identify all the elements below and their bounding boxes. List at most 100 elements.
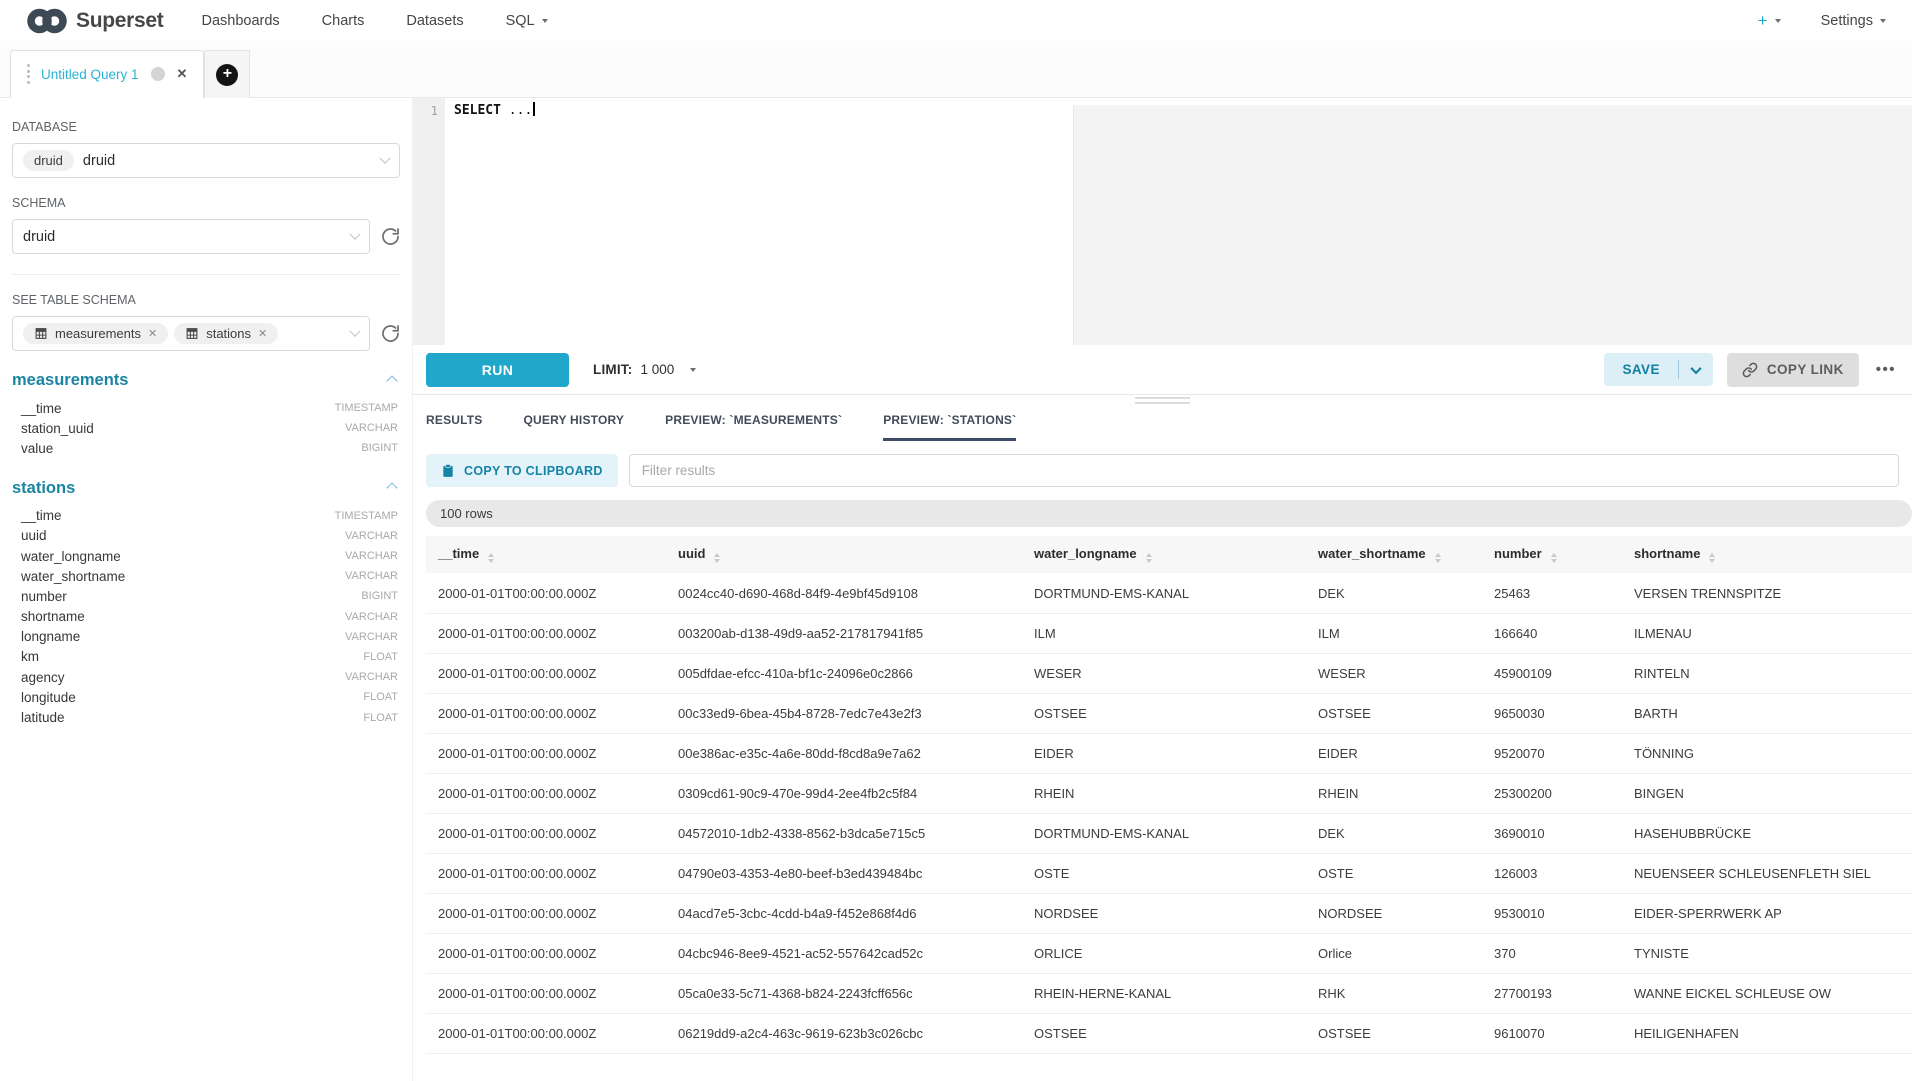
table-cell: RINTELN: [1622, 654, 1912, 694]
pane-resize-handle[interactable]: [413, 395, 1912, 405]
chevron-up-icon[interactable]: [386, 375, 397, 386]
add-query-tab-button[interactable]: +: [204, 50, 250, 98]
settings-menu-button[interactable]: Settings: [1821, 13, 1886, 29]
close-icon[interactable]: ✕: [177, 66, 188, 82]
table-cell: 25463: [1482, 574, 1622, 614]
save-button[interactable]: SAVE: [1604, 353, 1677, 386]
table-row: 2000-01-01T00:00:00.000Z04acd7e5-3cbc-4c…: [426, 894, 1912, 934]
column-header-water-longname[interactable]: water_longname: [1022, 536, 1306, 574]
query-tab-title: Untitled Query 1: [41, 67, 139, 82]
chevron-down-icon: [542, 19, 548, 23]
table-cell: 3690010: [1482, 814, 1622, 854]
new-menu-button[interactable]: +: [1758, 11, 1781, 31]
table-cell: OSTE: [1022, 854, 1306, 894]
schema-section-header[interactable]: measurements: [12, 371, 400, 390]
drag-handle-icon[interactable]: [27, 64, 30, 84]
editor-toolbar: RUN LIMIT: 1 000 SAVE: [413, 345, 1912, 395]
sql-editor[interactable]: 1 SELECT ...: [413, 98, 1912, 345]
chevron-down-icon: [1690, 362, 1701, 373]
column-type: FLOAT: [363, 651, 398, 663]
database-select[interactable]: druid druid: [12, 143, 400, 178]
copy-to-clipboard-button[interactable]: COPY TO CLIPBOARD: [426, 454, 618, 487]
table-cell: OSTSEE: [1306, 694, 1482, 734]
table-cell: ORLICE: [1022, 934, 1306, 974]
column-header-time[interactable]: __time: [426, 536, 666, 574]
nav-item-dashboards[interactable]: Dashboards: [201, 13, 279, 29]
sql-keyword: SELECT: [454, 103, 501, 118]
nav-item-sql[interactable]: SQL: [506, 13, 548, 29]
table-icon: [185, 327, 199, 340]
column-row: longnameVARCHAR: [12, 627, 400, 647]
editor-code-area[interactable]: SELECT ...: [445, 98, 1912, 345]
table-cell: ILM: [1022, 614, 1306, 654]
chevron-down-icon: [379, 152, 390, 163]
table-cell: 25300200: [1482, 774, 1622, 814]
limit-value: 1 000: [640, 362, 674, 377]
column-header-uuid[interactable]: uuid: [666, 536, 1022, 574]
copy-to-clipboard-label: COPY TO CLIPBOARD: [464, 464, 603, 478]
refresh-schema-button[interactable]: [381, 227, 400, 246]
table-row: 2000-01-01T00:00:00.000Z04572010-1db2-43…: [426, 814, 1912, 854]
column-name: __time: [21, 508, 62, 523]
table-cell: WESER: [1022, 654, 1306, 694]
table-cell: 9650030: [1482, 694, 1622, 734]
plus-icon: +: [216, 64, 238, 86]
superset-brand[interactable]: Superset: [26, 7, 163, 35]
schema-select[interactable]: druid: [12, 219, 370, 254]
database-chip: druid: [23, 150, 74, 171]
limit-dropdown[interactable]: LIMIT: 1 000: [593, 362, 696, 377]
table-cell: RHEIN: [1306, 774, 1482, 814]
column-header-number[interactable]: number: [1482, 536, 1622, 574]
chevron-up-icon[interactable]: [386, 482, 397, 493]
table-row: 2000-01-01T00:00:00.000Z05ca0e33-5c71-43…: [426, 974, 1912, 1014]
column-header-label: water_longname: [1034, 546, 1137, 561]
column-header-label: uuid: [678, 546, 705, 561]
sql-rest: ...: [501, 103, 532, 118]
table-cell: BARTH: [1622, 694, 1912, 734]
table-cell: NORDSEE: [1022, 894, 1306, 934]
schema-section-header[interactable]: stations: [12, 479, 400, 498]
query-tab-untitled-query-1[interactable]: Untitled Query 1 ✕: [10, 50, 204, 98]
sort-icon: [714, 553, 720, 563]
table-cell: OSTE: [1306, 854, 1482, 894]
editor-right-panel: [1073, 105, 1912, 345]
table-cell: Orlice: [1306, 934, 1482, 974]
table-cell: 04572010-1db2-4338-8562-b3dca5e715c5: [666, 814, 1022, 854]
table-cell: 2000-01-01T00:00:00.000Z: [426, 614, 666, 654]
column-header-water-shortname[interactable]: water_shortname: [1306, 536, 1482, 574]
table-cell: 00e386ac-e35c-4a6e-80dd-f8cd8a9e7a62: [666, 734, 1022, 774]
results-tab-preview-measurements[interactable]: PREVIEW: `MEASUREMENTS`: [665, 413, 842, 441]
results-tab-query-history[interactable]: QUERY HISTORY: [524, 413, 625, 441]
column-name: value: [21, 441, 53, 456]
settings-label: Settings: [1821, 13, 1873, 29]
column-type: FLOAT: [363, 691, 398, 703]
table-cell: RHEIN-HERNE-KANAL: [1022, 974, 1306, 1014]
main-nav: Dashboards Charts Datasets SQL: [201, 13, 547, 29]
column-header-shortname[interactable]: shortname: [1622, 536, 1912, 574]
more-actions-button[interactable]: •••: [1873, 361, 1899, 378]
remove-chip-icon[interactable]: ✕: [148, 327, 157, 340]
refresh-tables-button[interactable]: [381, 324, 400, 343]
nav-item-datasets[interactable]: Datasets: [406, 13, 463, 29]
clipboard-icon: [441, 463, 455, 478]
table-cell: 2000-01-01T00:00:00.000Z: [426, 814, 666, 854]
refresh-icon: [381, 324, 400, 343]
table-cell: DORTMUND-EMS-KANAL: [1022, 574, 1306, 614]
table-name: stations: [12, 479, 75, 498]
results-tab-preview-stations[interactable]: PREVIEW: `STATIONS`: [883, 413, 1016, 441]
nav-item-charts[interactable]: Charts: [322, 13, 365, 29]
run-button[interactable]: RUN: [426, 353, 569, 387]
copy-link-button[interactable]: COPY LINK: [1727, 353, 1859, 387]
schema-section-stations: stations__timeTIMESTAMPuuidVARCHARwater_…: [12, 479, 400, 728]
sort-icon: [488, 553, 494, 563]
results-tab-results[interactable]: RESULTS: [426, 413, 483, 441]
remove-chip-icon[interactable]: ✕: [258, 327, 267, 340]
table-cell: 2000-01-01T00:00:00.000Z: [426, 854, 666, 894]
table-cell: 2000-01-01T00:00:00.000Z: [426, 574, 666, 614]
table-body: 2000-01-01T00:00:00.000Z0024cc40-d690-46…: [426, 574, 1912, 1054]
save-split-button[interactable]: SAVE: [1604, 353, 1712, 386]
save-dropdown-button[interactable]: [1679, 353, 1713, 386]
table-schema-select[interactable]: measurements✕stations✕: [12, 316, 370, 351]
filter-results-input[interactable]: [629, 454, 1899, 487]
column-type: BIGINT: [361, 590, 398, 602]
